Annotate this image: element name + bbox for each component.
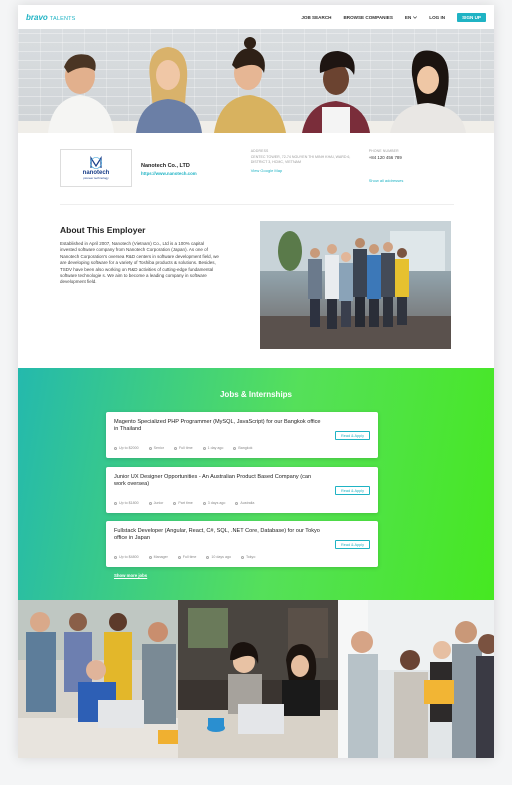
job-level: Manager [148,555,168,559]
office-photo-1 [18,600,178,758]
job-type: Part time [173,501,193,505]
salary-icon [114,555,117,559]
salary-icon [114,446,117,450]
address-label: ADDRESS [250,149,269,153]
logo-sub: TALENTS [49,15,76,22]
address-value: CENTEC TOWER, 72-74 NGUYEN THI MINH KHAI… [250,155,351,164]
company-name: Nanotech Co., LTD [141,163,190,169]
job-title[interactable]: Magento Specialized PHP Programmer (MySQ… [114,419,324,434]
job-salary: Up to $4800 [114,555,139,559]
about-body: Established in April 2007, Nanotech (Vie… [60,241,219,285]
briefcase-icon [173,501,177,505]
show-all-addresses-link[interactable]: Show all addresses [369,178,404,183]
chevron-down-icon [413,15,418,20]
about-title: About This Employer [60,225,146,235]
job-meta: Up to $4800 Manager Full time 10 days ag… [114,555,255,559]
language-selector[interactable]: EN [404,14,418,20]
job-title[interactable]: Junior UX Designer Opportunities - An Au… [114,474,324,489]
job-location: Bangkok [233,446,252,450]
job-posted: 1 day ago [202,446,223,450]
nav-links: JOB SEARCH BROWSE COMPANIES EN LOG IN SI… [301,12,486,22]
job-card[interactable]: Junior UX Designer Opportunities - An Au… [106,467,378,513]
signup-button[interactable]: SIGN UP [457,12,486,22]
nav-job-search[interactable]: JOB SEARCH [301,15,331,20]
user-icon [148,501,152,505]
job-location: Australia [235,501,254,505]
job-type: Full time [173,446,193,450]
office-photo-3 [338,600,494,758]
location-pin-icon [235,501,239,505]
user-icon [148,446,152,450]
job-level: Junior [148,501,163,505]
language-label: EN [404,14,412,20]
location-pin-icon [240,555,244,559]
phone-value: +84 120 456 789 [368,155,402,160]
briefcase-icon [173,446,177,450]
company-phone: PHONE NUMBER +84 120 456 789 Show all ad… [369,149,404,204]
read-apply-button[interactable]: Read & Apply [334,486,370,495]
nav-browse-companies[interactable]: BROWSE COMPANIES [343,15,392,20]
office-photos [18,600,494,758]
about-section: About This Employer Established in April… [18,205,494,368]
jobs-section: Jobs & Internships Magento Specialized P… [18,368,494,600]
job-meta: Up to $1800 Junior Part time 3 days ago … [114,501,254,505]
job-card[interactable]: Fullstack Developer (Angular, React, C#,… [106,521,378,567]
job-type: Full time [177,555,196,559]
jobs-title: Jobs & Internships [219,390,292,399]
brand-logo[interactable]: bravo TALENTS [26,13,76,22]
job-card[interactable]: Magento Specialized PHP Programmer (MySQ… [106,412,378,458]
briefcase-icon [177,555,181,559]
office-photo-2 [178,600,338,758]
clock-icon [202,501,206,505]
read-apply-button[interactable]: Read & Apply [334,540,370,549]
job-posted: 3 days ago [202,501,225,505]
logo-brand: bravo [26,12,48,22]
view-map-link[interactable]: View Google Map [251,168,351,173]
company-address: ADDRESS CENTEC TOWER, 72-74 NGUYEN THI M… [251,149,351,204]
phone-label: PHONE NUMBER [368,149,399,153]
clock-icon [202,446,206,450]
page: bravo TALENTS JOB SEARCH BROWSE COMPANIE… [18,5,494,758]
job-level: Senior [148,446,164,450]
company-logo: nanotech pioneer technology [60,149,132,187]
company-info: nanotech pioneer technology Nanotech Co.… [60,133,454,205]
user-icon [148,555,152,559]
company-name-block: Nanotech Co., LTD https://www.nanotech.c… [141,163,197,204]
about-text: About This Employer Established in April… [60,221,220,368]
job-salary: Up to $1800 [114,501,139,505]
location-pin-icon [233,446,237,450]
show-more-jobs-link[interactable]: Show more jobs [114,573,147,578]
team-photo [260,221,451,349]
job-title[interactable]: Fullstack Developer (Angular, React, C#,… [114,528,324,543]
hero-image [18,29,494,133]
salary-icon [114,501,117,505]
login-link[interactable]: LOG IN [429,15,445,20]
clock-icon [206,555,210,559]
company-website-link[interactable]: https://www.nanotech.com [141,171,197,176]
job-meta: Up to $2000 Senior Full time 1 day ago B… [114,446,252,450]
company-logo-tag: pioneer technology [83,176,109,180]
read-apply-button[interactable]: Read & Apply [334,431,370,440]
job-salary: Up to $2000 [114,446,139,450]
top-navigation: bravo TALENTS JOB SEARCH BROWSE COMPANIE… [18,5,494,29]
job-location: Tokyo [240,555,255,559]
job-posted: 10 days ago [206,555,231,559]
nanotech-logo-icon [90,156,102,169]
